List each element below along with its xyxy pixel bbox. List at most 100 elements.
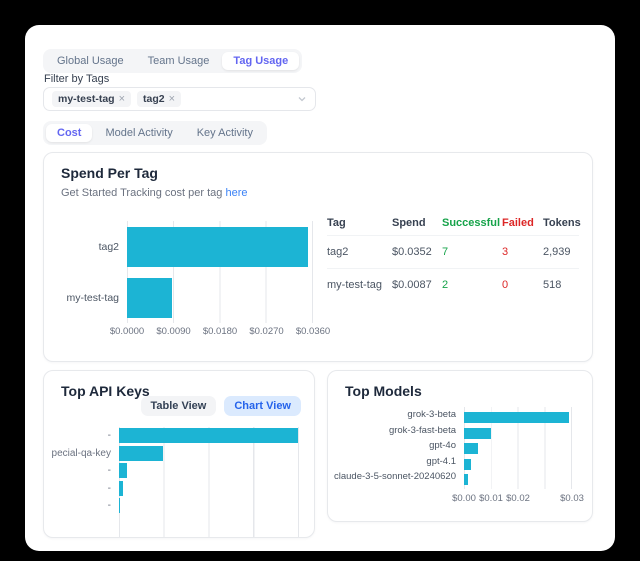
- models-card-title: Top Models: [345, 383, 422, 399]
- tab-model-activity[interactable]: Model Activity: [94, 124, 183, 142]
- chart-plot: [127, 221, 313, 323]
- table-header-row: Tag Spend Successful Failed Tokens: [327, 211, 579, 235]
- bar: [464, 459, 471, 470]
- bar: [127, 278, 172, 318]
- top-api-keys-chart: -pecial-qa-key---: [44, 427, 299, 538]
- spend-per-tag-table: Tag Spend Successful Failed Tokens tag2 …: [327, 211, 579, 301]
- bar-category-label: tag2: [44, 221, 127, 272]
- bar-row: [464, 441, 571, 457]
- bar-category-label: -: [44, 462, 119, 480]
- table-view-button[interactable]: Table View: [141, 396, 217, 416]
- cell-successful: 7: [442, 246, 502, 258]
- tab-team-usage[interactable]: Team Usage: [137, 52, 221, 70]
- x-tick: $0.01: [479, 493, 503, 504]
- bar-category-label: grok-3-beta: [328, 407, 464, 423]
- spend-per-tag-card: Spend Per Tag Get Started Tracking cost …: [43, 152, 593, 362]
- y-axis-labels: tag2my-test-tag: [44, 221, 127, 323]
- subtitle-text: Get Started Tracking cost per tag: [61, 187, 222, 199]
- col-header-successful: Successful: [442, 217, 502, 229]
- bar-category-label: gpt-4o: [328, 438, 464, 454]
- bar-row: [119, 427, 298, 445]
- x-tick: $0.0270: [249, 326, 283, 337]
- bar-category-label: my-test-tag: [44, 272, 127, 323]
- chart-view-button[interactable]: Chart View: [224, 396, 301, 416]
- x-tick: $0.00: [452, 493, 476, 504]
- bar-row: [127, 272, 312, 323]
- bar: [119, 446, 163, 461]
- cell-tag: tag2: [327, 246, 392, 258]
- bar: [119, 463, 127, 478]
- spend-card-title: Spend Per Tag: [61, 165, 158, 181]
- top-models-chart: grok-3-betagrok-3-fast-betagpt-4ogpt-4.1…: [328, 407, 572, 489]
- cost-activity-tabs: Cost Model Activity Key Activity: [43, 121, 267, 145]
- col-header-tag: Tag: [327, 217, 392, 229]
- bar-row: [127, 221, 312, 272]
- cell-failed: 3: [502, 246, 543, 258]
- bar-row: [119, 445, 298, 463]
- cell-tag: my-test-tag: [327, 279, 392, 291]
- bar-category-label: pecial-qa-key: [44, 445, 119, 463]
- bar-category-label: -: [44, 427, 119, 445]
- bar-category-label: grok-3-fast-beta: [328, 423, 464, 439]
- bar: [464, 412, 569, 423]
- spend-per-tag-chart: tag2my-test-tag: [44, 221, 313, 323]
- x-tick: $0.02: [506, 493, 530, 504]
- here-link[interactable]: here: [225, 187, 247, 199]
- bar: [119, 428, 298, 443]
- bar-row: [119, 462, 298, 480]
- bar-row: [119, 480, 298, 498]
- cell-spend: $0.0087: [392, 279, 442, 291]
- bar-row: [119, 497, 298, 515]
- x-tick: $0.0000: [110, 326, 144, 337]
- y-axis-labels: grok-3-betagrok-3-fast-betagpt-4ogpt-4.1…: [328, 407, 464, 489]
- remove-tag-icon[interactable]: ×: [169, 94, 175, 105]
- bar-category-label: gpt-4.1: [328, 454, 464, 470]
- tag-filter-select[interactable]: my-test-tag × tag2 ×: [43, 87, 316, 111]
- spend-card-subtitle: Get Started Tracking cost per tag here: [61, 187, 248, 199]
- chart-plot: [119, 427, 299, 538]
- cell-failed: 0: [502, 279, 543, 291]
- x-tick: $0.0360: [296, 326, 330, 337]
- tag-chip-label: tag2: [143, 93, 165, 105]
- chart-plot: [464, 407, 572, 489]
- usage-dashboard-panel: Global Usage Team Usage Tag Usage Filter…: [25, 25, 615, 551]
- top-api-keys-card: Top API Keys Table View Chart View -peci…: [43, 370, 315, 538]
- bar: [464, 443, 478, 454]
- bar: [127, 227, 308, 267]
- bar: [119, 481, 123, 496]
- usage-tabs: Global Usage Team Usage Tag Usage: [43, 49, 302, 73]
- bar-row: [464, 457, 571, 473]
- bar-category-label: -: [44, 497, 119, 515]
- col-header-tokens: Tokens: [543, 217, 581, 229]
- top-models-card: Top Models grok-3-betagrok-3-fast-betagp…: [327, 370, 593, 522]
- bar: [119, 498, 120, 513]
- bar-category-label: claude-3-5-sonnet-20240620: [328, 469, 464, 485]
- tag-chip-label: my-test-tag: [58, 93, 115, 105]
- bar-category-label: -: [44, 480, 119, 498]
- y-axis-labels: -pecial-qa-key---: [44, 427, 119, 538]
- bar-row: [464, 410, 571, 426]
- view-toggle: Table View Chart View: [141, 396, 302, 416]
- api-keys-card-title: Top API Keys: [61, 383, 150, 399]
- tab-cost[interactable]: Cost: [46, 124, 92, 142]
- cell-tokens: 518: [543, 279, 579, 291]
- bar: [464, 474, 468, 485]
- cell-tokens: 2,939: [543, 246, 579, 258]
- remove-tag-icon[interactable]: ×: [119, 94, 125, 105]
- cell-successful: 2: [442, 279, 502, 291]
- bar-row: [464, 426, 571, 442]
- cell-spend: $0.0352: [392, 246, 442, 258]
- col-header-failed: Failed: [502, 217, 543, 229]
- tab-key-activity[interactable]: Key Activity: [186, 124, 264, 142]
- tab-tag-usage[interactable]: Tag Usage: [222, 52, 299, 70]
- table-row: my-test-tag $0.0087 2 0 518: [327, 268, 579, 301]
- filter-by-tags-label: Filter by Tags: [44, 73, 109, 85]
- tab-global-usage[interactable]: Global Usage: [46, 52, 135, 70]
- chevron-down-icon[interactable]: [297, 94, 307, 104]
- x-tick: $0.03: [560, 493, 584, 504]
- bar-row: [464, 472, 571, 488]
- tag-chip-tag2[interactable]: tag2 ×: [137, 91, 181, 107]
- tag-chip-my-test-tag[interactable]: my-test-tag ×: [52, 91, 131, 107]
- x-tick: $0.0180: [203, 326, 237, 337]
- bar: [464, 428, 491, 439]
